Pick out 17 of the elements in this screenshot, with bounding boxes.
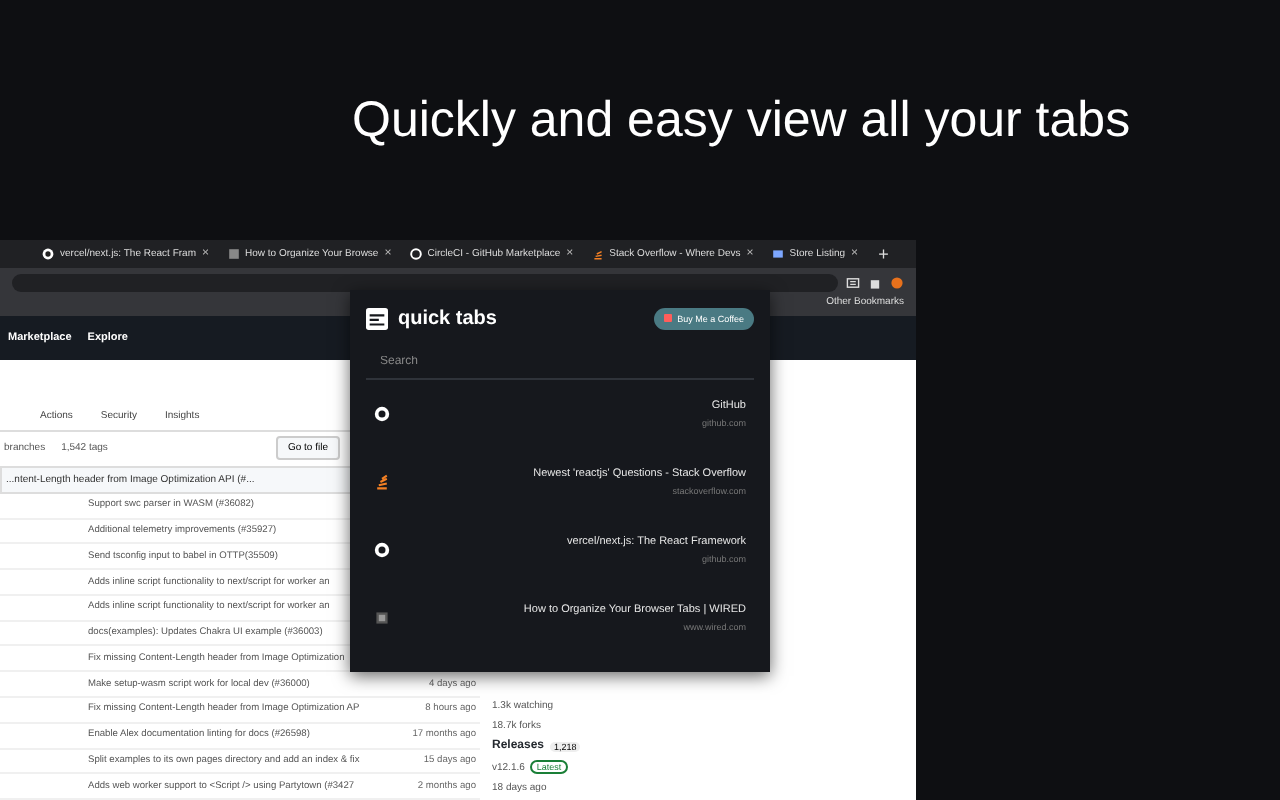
- page-icon: [227, 248, 240, 260]
- headline: Quickly and easy view all your tabs: [352, 92, 1131, 150]
- avatar-icon[interactable]: [890, 275, 904, 289]
- page-icon: [374, 610, 390, 626]
- cup-icon: [663, 314, 674, 322]
- logo-icon: [366, 307, 388, 329]
- github-icon: [374, 406, 390, 422]
- store-icon: [771, 248, 784, 260]
- github-icon: [374, 542, 390, 558]
- app-title: quick tabs: [398, 307, 497, 329]
- circle-icon: [409, 248, 422, 260]
- address-field[interactable]: [12, 273, 838, 291]
- new-tab-icon[interactable]: +: [878, 244, 889, 264]
- github-icon: [42, 248, 54, 260]
- extension-icon[interactable]: [846, 275, 860, 289]
- stack-icon: [374, 474, 390, 490]
- stack-icon: [591, 248, 604, 260]
